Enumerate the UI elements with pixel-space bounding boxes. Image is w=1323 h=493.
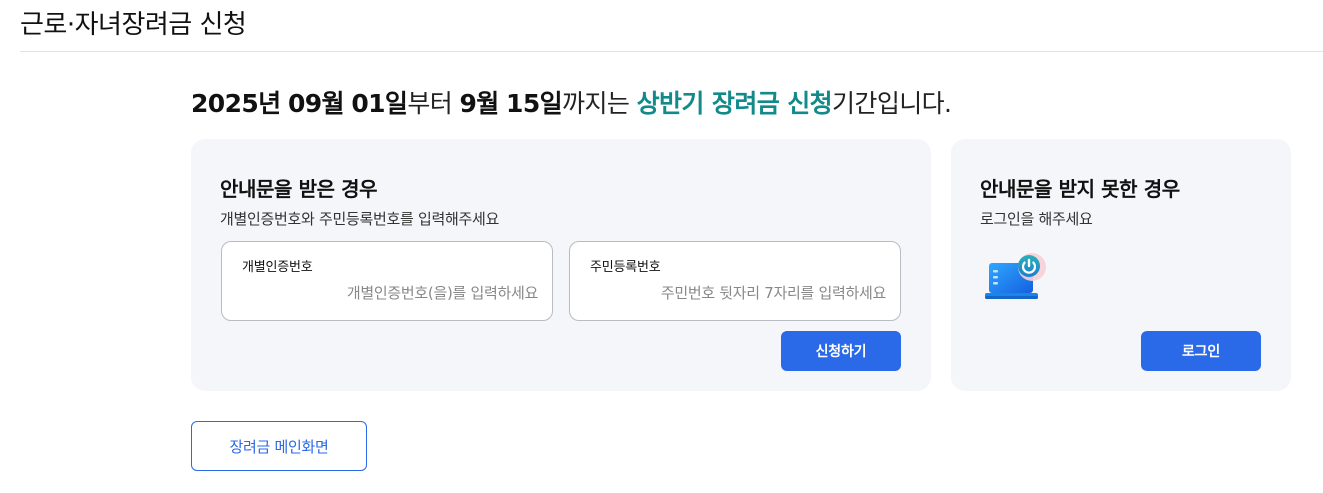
with-notice-card: 안내문을 받은 경우 개별인증번호와 주민등록번호를 입력해주세요 개별인증번호… [191, 139, 931, 391]
period-start-month: 09월 [287, 89, 345, 118]
resident-number-label: 주민등록번호 [590, 260, 661, 275]
without-notice-card: 안내문을 받지 못한 경우 로그인을 해주세요 로그인 [951, 139, 1291, 391]
with-notice-subtext: 개별인증번호와 주민등록번호를 입력해주세요 [220, 210, 499, 228]
period-until-word: 까지는 [562, 89, 630, 118]
auth-number-label: 개별인증번호 [242, 260, 313, 275]
resident-number-field[interactable]: 주민등록번호 [569, 241, 901, 321]
period-end-day: 15일 [506, 89, 563, 118]
without-notice-subtext: 로그인을 해주세요 [980, 210, 1093, 228]
application-period-notice: 2025년 09월 01일부터 9월 15일까지는 상반기 장려금 신청기간입니… [191, 84, 952, 120]
without-notice-heading: 안내문을 받지 못한 경우 [980, 177, 1180, 201]
laptop-power-icon [985, 253, 1046, 299]
period-end-month: 9월 [459, 89, 499, 118]
auth-number-field[interactable]: 개별인증번호 [221, 241, 553, 321]
login-button[interactable]: 로그인 [1141, 331, 1261, 371]
period-from-word: 부터 [407, 89, 453, 118]
page-title: 근로·자녀장려금 신청 [20, 10, 247, 40]
period-start-year: 2025년 [191, 89, 281, 118]
auth-number-input[interactable] [236, 280, 538, 306]
period-name: 상반기 장려금 신청 [636, 89, 833, 118]
title-divider [20, 51, 1323, 52]
period-start-day: 01일 [351, 89, 408, 118]
incentive-main-button[interactable]: 장려금 메인화면 [191, 421, 367, 471]
resident-number-input[interactable] [584, 280, 886, 306]
apply-button[interactable]: 신청하기 [781, 331, 901, 371]
period-suffix: 기간입니다. [832, 89, 952, 118]
with-notice-heading: 안내문을 받은 경우 [220, 177, 378, 201]
